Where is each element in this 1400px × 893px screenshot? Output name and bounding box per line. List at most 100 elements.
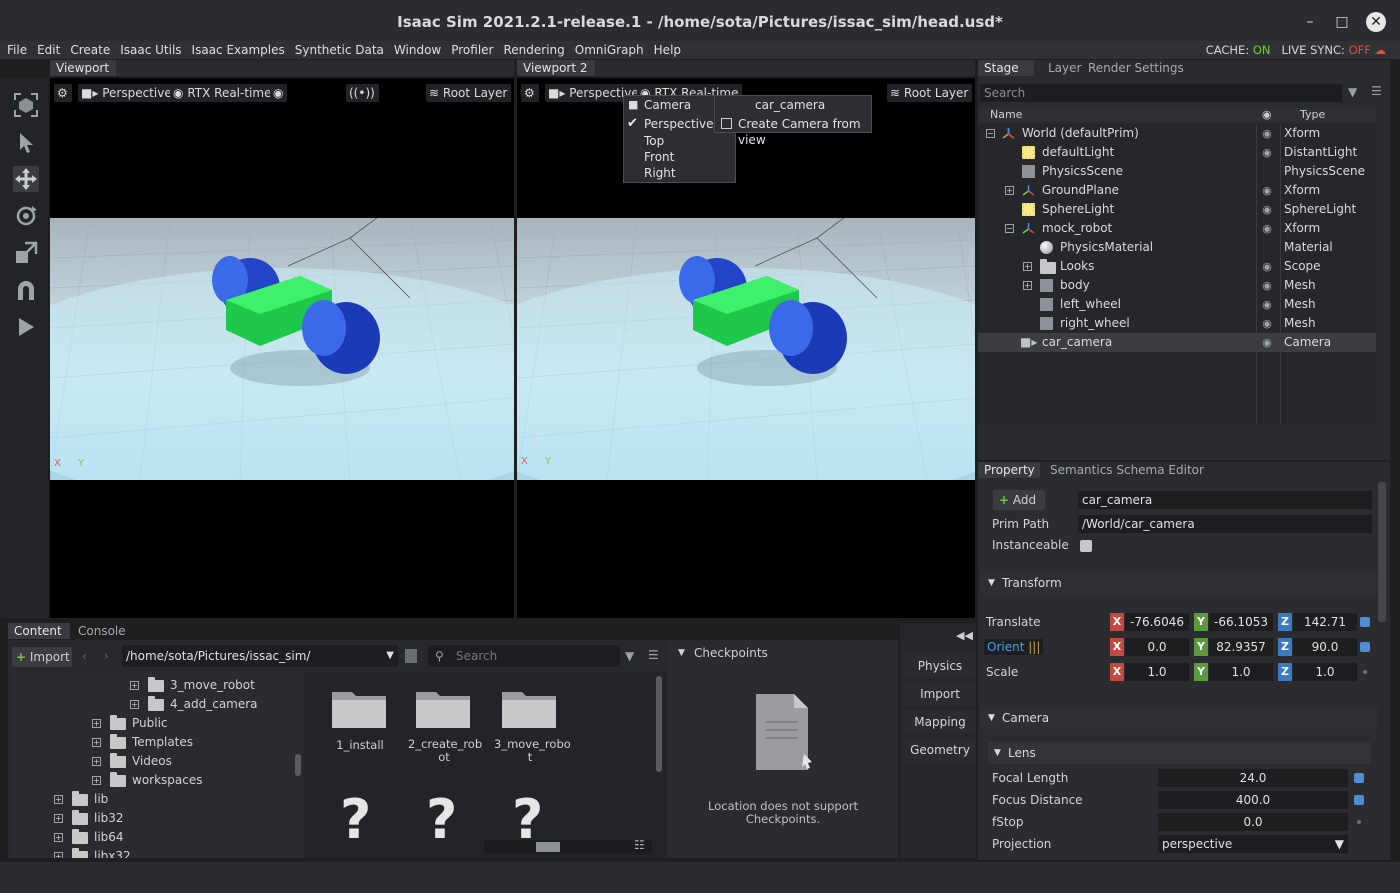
scale-tool-icon[interactable] bbox=[13, 240, 39, 266]
tree-row-spherelight[interactable]: SphereLight ◉ SphereLight bbox=[978, 200, 1376, 219]
close-button[interactable]: ✕ bbox=[1366, 12, 1386, 32]
orient-keyframe-icon[interactable] bbox=[1360, 642, 1370, 652]
tree-row-defaultlight[interactable]: defaultLight ◉ DistantLight bbox=[978, 143, 1376, 162]
expand-icon[interactable]: + bbox=[92, 738, 101, 747]
select-arrow-icon[interactable] bbox=[13, 130, 39, 156]
import-side-button[interactable]: Import bbox=[904, 682, 976, 706]
fstop-input[interactable]: 0.0 bbox=[1158, 813, 1348, 831]
menu-item-right[interactable]: Right bbox=[644, 165, 676, 181]
expand-icon[interactable]: + bbox=[54, 833, 63, 842]
menu-isaac-utils[interactable]: Isaac Utils bbox=[113, 41, 184, 59]
expand-icon[interactable]: + bbox=[92, 776, 101, 785]
tree-row-body[interactable]: + body ◉ Mesh bbox=[978, 276, 1376, 295]
submenu-item-car-camera[interactable]: car_camera bbox=[755, 97, 825, 113]
unknown-file-icon[interactable]: ? bbox=[426, 790, 457, 850]
expand-icon[interactable]: + bbox=[1023, 262, 1032, 271]
menu-omnigraph[interactable]: OmniGraph bbox=[568, 41, 647, 59]
menu-file[interactable]: File bbox=[0, 41, 30, 59]
physics-button[interactable]: Physics bbox=[904, 654, 976, 678]
expand-icon[interactable]: + bbox=[92, 757, 101, 766]
submenu-item-create-camera[interactable]: Create Camera from view bbox=[738, 116, 871, 148]
tree-item-libx32[interactable]: + libx32 bbox=[54, 847, 131, 858]
menu-icon[interactable]: ☰ bbox=[1371, 84, 1382, 98]
expand-icon[interactable]: + bbox=[54, 852, 63, 858]
tree-item-public[interactable]: + Public bbox=[92, 714, 168, 733]
translate-x-input[interactable]: -76.6046 bbox=[1125, 613, 1189, 631]
menu-synthetic-data[interactable]: Synthetic Data bbox=[288, 41, 387, 59]
grid-view-icon[interactable]: ☷ bbox=[634, 838, 645, 852]
tree-row-physicsscene[interactable]: PhysicsScene PhysicsScene bbox=[978, 162, 1376, 181]
root-layer-button[interactable]: ≋ Root Layer bbox=[426, 84, 512, 102]
maximize-button[interactable]: □ bbox=[1332, 12, 1352, 32]
eye-icon[interactable]: ◉ bbox=[1260, 124, 1274, 143]
eye-icon[interactable]: ◉ bbox=[1260, 200, 1274, 219]
lens-section[interactable]: ▼ Lens bbox=[988, 742, 1370, 764]
file-item-2-create-robot[interactable]: 2_create_rob ot bbox=[408, 686, 482, 776]
tree-row-world[interactable]: − World (defaultPrim) ◉ Xform bbox=[978, 124, 1376, 143]
menu-profiler[interactable]: Profiler bbox=[444, 41, 496, 59]
instanceable-checkbox[interactable] bbox=[1080, 540, 1092, 552]
import-button[interactable]: + Import bbox=[12, 647, 72, 667]
folder-tree-scrollbar[interactable] bbox=[295, 754, 301, 776]
eye-icon[interactable]: ◉ bbox=[1260, 314, 1274, 333]
orient-x-input[interactable]: 0.0 bbox=[1125, 638, 1189, 656]
collapse-left-icon[interactable]: ◀◀ bbox=[956, 629, 973, 642]
bookmark-icon[interactable] bbox=[405, 649, 417, 663]
live-sync-status[interactable]: OFF bbox=[1349, 43, 1371, 57]
expand-icon[interactable]: + bbox=[54, 795, 63, 804]
file-item-1-install[interactable]: 1_install bbox=[324, 686, 396, 776]
tree-row-groundplane[interactable]: + GroundPlane ◉ Xform bbox=[978, 181, 1376, 200]
tree-item-templates[interactable]: + Templates bbox=[92, 733, 193, 752]
collapse-icon[interactable]: − bbox=[986, 129, 995, 138]
translate-keyframe-icon[interactable] bbox=[1360, 617, 1370, 627]
viewport-2[interactable]: ⚙ ■▸ Perspective ◉ RTX Real-time ≋ Root … bbox=[517, 78, 975, 618]
menu-create[interactable]: Create bbox=[63, 41, 113, 59]
menu-item-front[interactable]: Front bbox=[644, 149, 674, 165]
column-type[interactable]: Type bbox=[1300, 108, 1325, 122]
rotate-tool-icon[interactable] bbox=[13, 203, 39, 229]
tree-item-3-move-robot[interactable]: +3_move_robot bbox=[130, 676, 255, 695]
eye-icon[interactable]: ◉ bbox=[1260, 295, 1274, 314]
minimize-button[interactable]: – bbox=[1300, 12, 1320, 32]
prim-path-input[interactable]: /World/car_camera bbox=[1078, 515, 1372, 533]
tree-item-4-add-camera[interactable]: +4_add_camera bbox=[130, 695, 258, 714]
tab-layer[interactable]: Layer bbox=[1042, 60, 1087, 76]
geometry-button[interactable]: Geometry bbox=[904, 738, 976, 762]
eye-icon[interactable]: ◉ bbox=[1260, 333, 1274, 352]
forward-arrow-icon[interactable]: › bbox=[104, 649, 109, 663]
orient-y-input[interactable]: 82.9357 bbox=[1209, 638, 1273, 656]
play-icon[interactable] bbox=[13, 314, 39, 340]
snap-magnet-icon[interactable] bbox=[13, 278, 39, 304]
eye-icon[interactable]: ◉ bbox=[1260, 276, 1274, 295]
broadcast-button[interactable]: ((•)) bbox=[346, 84, 379, 102]
scale-z-input[interactable]: 1.0 bbox=[1293, 663, 1357, 681]
cache-status[interactable]: ON bbox=[1253, 43, 1271, 57]
checkbox-icon[interactable] bbox=[721, 118, 732, 129]
path-input[interactable]: /home/sota/Pictures/issac_sim/ ▼ bbox=[122, 645, 398, 667]
expand-icon[interactable]: + bbox=[1023, 281, 1032, 290]
menu-icon[interactable]: ☰ bbox=[648, 648, 659, 662]
thumbnail-size-slider[interactable] bbox=[484, 840, 652, 854]
mapping-button[interactable]: Mapping bbox=[904, 710, 976, 734]
tree-row-physicsmaterial[interactable]: PhysicsMaterial Material bbox=[978, 238, 1376, 257]
orient-z-input[interactable]: 90.0 bbox=[1293, 638, 1357, 656]
collapse-icon[interactable]: − bbox=[1005, 224, 1014, 233]
expand-icon[interactable]: + bbox=[1005, 186, 1014, 195]
tree-row-car-camera[interactable]: ■▸ car_camera ◉ Camera bbox=[978, 333, 1376, 352]
collapse-arrow-icon[interactable]: ▼ bbox=[678, 648, 685, 658]
tree-item-lib32[interactable]: + lib32 bbox=[54, 809, 124, 828]
tab-viewport-2[interactable]: Viewport 2 bbox=[517, 60, 595, 76]
tree-row-right-wheel[interactable]: right_wheel ◉ Mesh bbox=[978, 314, 1376, 333]
eye-icon[interactable]: ◉ bbox=[1262, 108, 1272, 122]
eye-icon[interactable]: ◉ bbox=[1260, 219, 1274, 238]
scale-keyframe-dot[interactable] bbox=[1363, 670, 1367, 674]
projection-select[interactable]: perspective ▼ bbox=[1158, 835, 1348, 853]
cloud-icon[interactable]: ☁ bbox=[1375, 43, 1387, 57]
expand-icon[interactable]: + bbox=[130, 681, 139, 690]
tab-console[interactable]: Console bbox=[72, 623, 132, 639]
tab-stage[interactable]: Stage bbox=[978, 60, 1034, 76]
scale-x-input[interactable]: 1.0 bbox=[1125, 663, 1189, 681]
render-mode-button[interactable]: ◉ RTX Real-time bbox=[170, 84, 276, 102]
eye-icon[interactable]: ◉ bbox=[1260, 257, 1274, 276]
tree-row-mock-robot[interactable]: − mock_robot ◉ Xform bbox=[978, 219, 1376, 238]
